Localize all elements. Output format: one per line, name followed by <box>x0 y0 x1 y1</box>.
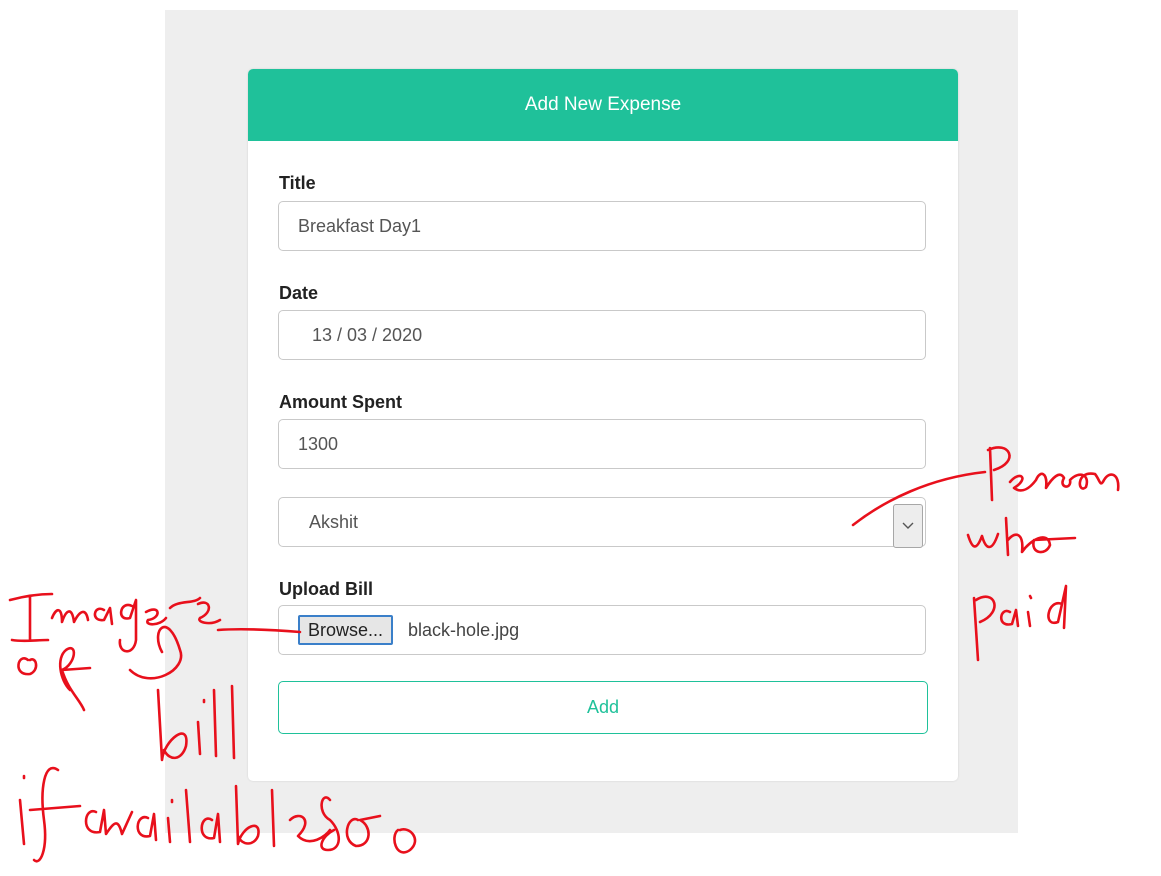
handwriting-person-rest <box>1008 472 1120 492</box>
handwriting-person-p <box>986 446 1011 502</box>
person-pointer-line <box>851 470 987 527</box>
handwriting-image-rest <box>50 596 222 653</box>
handwriting-bill <box>156 684 236 762</box>
handwriting-of <box>17 647 92 712</box>
handwriting-who <box>966 516 1077 557</box>
handwriting-if <box>18 766 82 863</box>
handwriting-paid <box>972 584 1068 662</box>
handwriting-available <box>84 784 417 854</box>
handwritten-annotations <box>8 446 1120 863</box>
handwriting-loop <box>128 625 183 680</box>
bill-pointer-line <box>216 627 302 634</box>
handwriting-image-i <box>8 592 54 643</box>
